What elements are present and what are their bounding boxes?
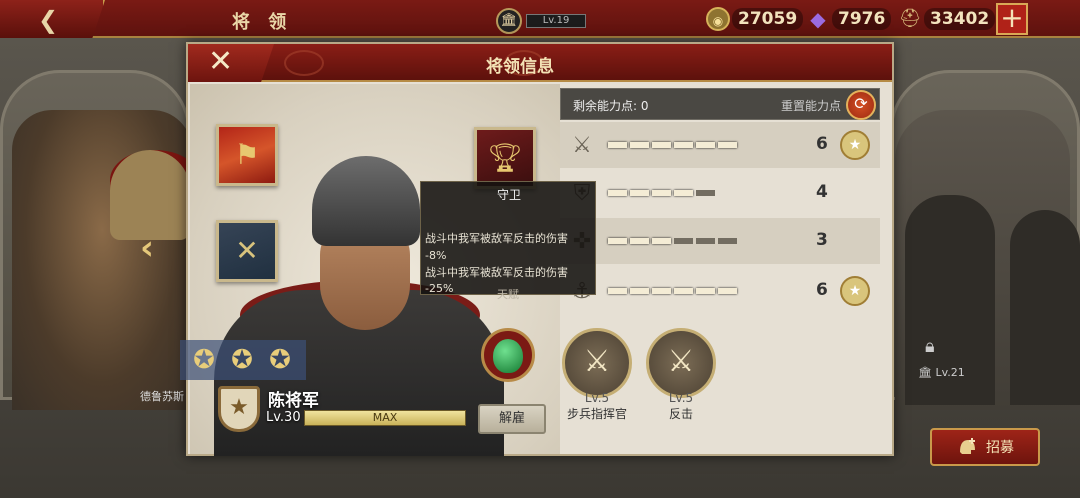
stat-value: 6 [816,280,828,300]
gem-value: 7976 [832,8,892,30]
stat-bar [608,190,715,196]
gem-resource[interactable]: ◆ 7976 [806,6,892,32]
stat-bar [608,142,737,148]
stat-value: 3 [816,230,828,250]
stat-row-attack: ⚔︎ 6 ★ [560,122,880,168]
recruit-helmet-icon [960,438,975,454]
general-name: 陈将军 [268,391,319,411]
crossed-swords-icon: ⚔︎ [583,344,611,379]
temple-icon: 🏛︎ [496,8,522,34]
stat-row-defense: ⛨ 4 [560,170,880,216]
reset-points-button[interactable]: ⟳ [846,90,876,120]
counterattack-icon: ⚔︎ [667,344,695,379]
stat-bar [608,238,737,244]
trait-tooltip: 守卫 战斗中我军被敌军反击的伤害 -8% 战斗中我军被敌军反击的伤害 -25% [420,181,596,295]
prev-general-arrow-icon[interactable]: ‹ [140,228,154,268]
tooltip-line: 战斗中我军被敌军反击的伤害 [425,266,568,279]
panel-header: ✕ 将领信息 [188,44,892,82]
skill-name: 反击 [668,407,693,421]
back-button[interactable]: ❮ [0,0,105,38]
star-badge-icon: ✪ [193,345,215,375]
remaining-points: 剩余能力点: 0 [573,99,649,113]
star-rank: ✪ ✪ ✪ [180,340,306,380]
gem-slot[interactable] [481,328,535,382]
skill-level: Lv.5 [668,391,694,405]
tooltip-line: -8% [425,249,447,262]
stat-value: 4 [816,182,828,202]
tooltip-line: 战斗中我军被敌军反击的伤害 [425,232,568,245]
reset-points-label: 重置能力点 [781,99,842,113]
player-level-label: Lv.19 [526,14,586,28]
laurel-left-icon [284,50,324,76]
stat-value: 6 [816,134,828,154]
skill-infantry-commander[interactable]: ⚔︎ [562,328,632,398]
stat-bar [608,288,737,294]
left-general-helmet [110,150,190,240]
coin-resource[interactable]: ◉ 27059 [706,6,804,32]
lock-icon: 🔒︎ [925,336,935,357]
max-medal-icon: ★ [840,130,870,160]
experience-bar: MAX [304,410,466,426]
top-bar: ❮ 将 领 🏛︎ Lv.19 ◉ 27059 ◆ 7976 ⛑︎ 33402 + [0,0,1080,38]
sword-icon: ⚔︎ [572,133,592,158]
panel-title: 将领信息 [486,57,554,77]
recruit-button[interactable]: 招募 [930,428,1040,466]
general-helmet [312,156,420,246]
back-arrow-icon: ❮ [38,6,59,34]
add-resource-button[interactable]: + [996,3,1028,35]
coin-value: 27059 [732,8,804,30]
gem-icon: ◆ [810,7,826,31]
tooltip-footer: 天赋 [497,288,519,301]
tooltip-title: 守卫 [496,188,521,202]
coin-icon: ◉ [706,7,730,31]
max-medal-icon: ★ [840,276,870,306]
page-title: 将 领 [232,12,293,33]
skill-level: Lv.5 [584,391,610,405]
locked-silhouette-2 [1010,210,1080,405]
recruit-label: 招募 [986,440,1014,456]
rank-shield-icon: ★ [218,386,260,432]
helmet-resource[interactable]: ⛑︎ 33402 [898,6,996,32]
right-general-level: 🏛︎ Lv.21 [918,366,965,379]
dismiss-button[interactable]: 解雇 [478,404,546,434]
player-level[interactable]: 🏛︎ Lv.19 [496,8,586,34]
stat-row-ranged: ✜ 3 [560,218,880,264]
ability-points-header: 剩余能力点: 0 重置能力点 [560,88,880,120]
star-badge-icon: ✪ [269,345,291,375]
close-button[interactable]: ✕ [188,44,274,82]
star-badge-icon: ✪ [231,345,253,375]
emerald-icon [493,339,523,373]
helmet-resource-value: 33402 [924,8,996,30]
skill-counterattack[interactable]: ⚔︎ [646,328,716,398]
stat-row-naval: ⚓︎ 6 ★ [560,268,880,314]
left-general-name: 德鲁苏斯 [140,390,184,403]
general-level: Lv.30 [266,410,301,425]
helmet-resource-icon: ⛑︎ [898,8,922,29]
